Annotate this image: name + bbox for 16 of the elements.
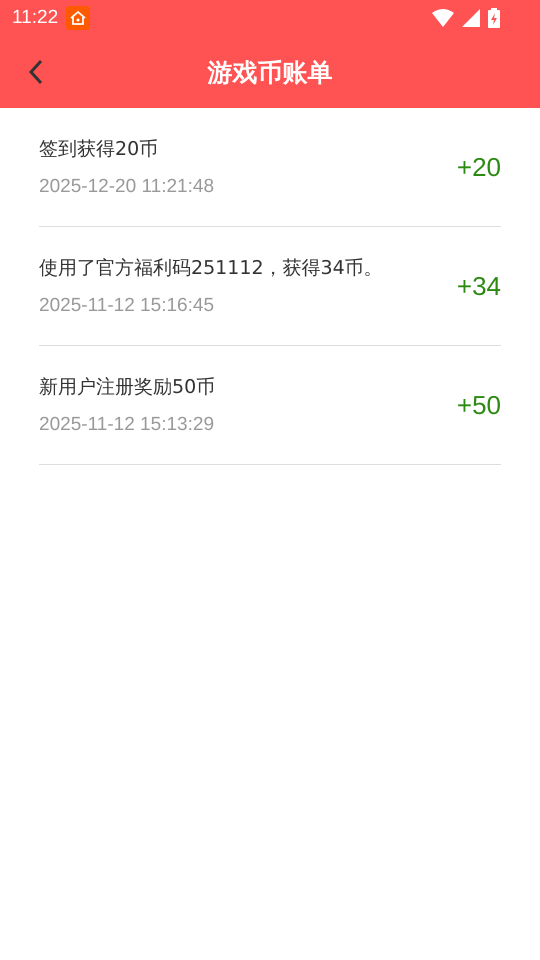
record-description: 签到获得20币 <box>39 137 160 162</box>
record-description: 新用户注册奖励50币 <box>39 375 216 400</box>
wifi-icon <box>432 9 454 27</box>
battery-icon <box>488 8 500 28</box>
coin-amount: +20 <box>456 152 501 182</box>
coin-amount: +34 <box>456 270 501 302</box>
back-icon[interactable] <box>28 59 44 85</box>
record-description: 使用了官方福利码251112，获得34币。 <box>39 256 384 281</box>
status-time: 11:22 <box>12 7 58 29</box>
signal-icon <box>462 9 480 27</box>
record-time: 2025-11-12 15:13:29 <box>39 414 216 436</box>
house-app-icon <box>66 6 90 30</box>
record-time: 2025-11-12 15:16:45 <box>39 295 216 317</box>
coin-amount: +50 <box>456 390 501 420</box>
page-title: 游戏币账单 <box>208 56 332 88</box>
record-time: 2025-12-20 11:21:48 <box>39 176 216 198</box>
